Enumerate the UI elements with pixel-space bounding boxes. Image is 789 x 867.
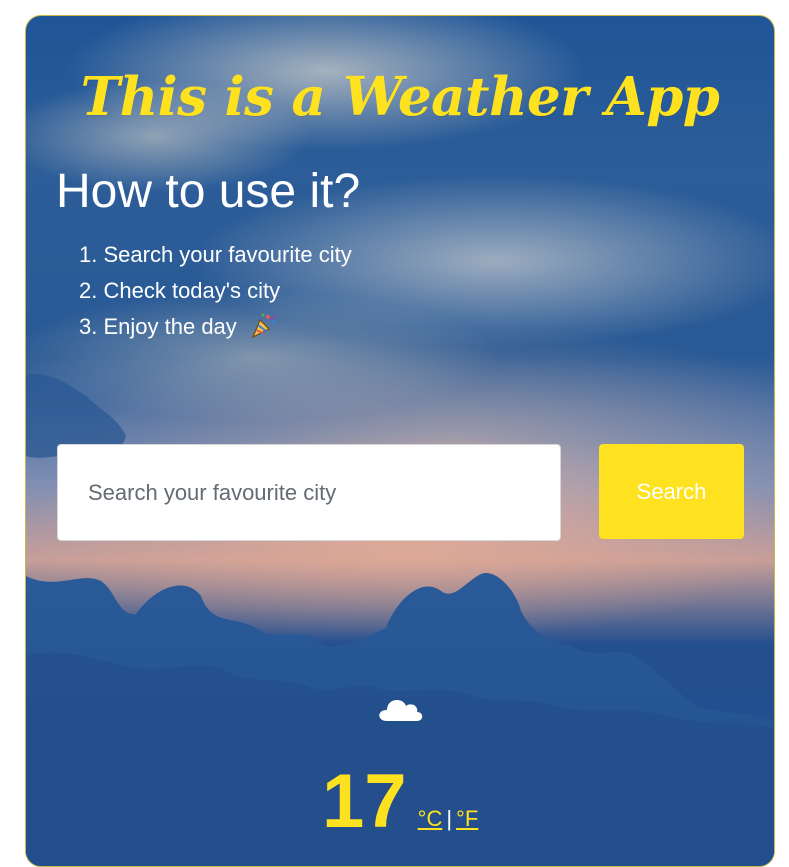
instruction-step-2: 2. Check today's city: [79, 273, 352, 309]
step-number: 1.: [79, 242, 98, 267]
unit-separator: |: [446, 806, 453, 831]
search-button[interactable]: Search: [599, 444, 744, 539]
unit-switcher: °C | °F: [418, 806, 479, 840]
step-text: Enjoy the day: [103, 314, 237, 339]
cloud-icon: [376, 692, 424, 724]
sky-background-image: [26, 374, 774, 866]
temperature-value: 17: [322, 759, 407, 844]
step-number: 3.: [79, 314, 98, 339]
step-text: Search your favourite city: [103, 242, 352, 267]
fahrenheit-link[interactable]: °F: [456, 806, 478, 831]
celsius-link[interactable]: °C: [418, 806, 443, 831]
step-text: Check today's city: [103, 278, 281, 303]
instructions-heading: How to use it?: [56, 165, 361, 218]
temperature-row: 17 °C | °F: [322, 764, 478, 864]
step-number: 2.: [79, 278, 98, 303]
instructions-list: 1. Search your favourite city 2. Check t…: [79, 237, 352, 345]
instruction-step-1: 1. Search your favourite city: [79, 237, 352, 273]
party-popper-icon: [250, 311, 278, 339]
instruction-step-3: 3. Enjoy the day: [79, 309, 352, 345]
weather-app-card: This is a Weather App How to use it? 1. …: [25, 15, 775, 867]
app-title: This is a Weather App: [80, 66, 720, 128]
city-search-input[interactable]: [57, 444, 561, 541]
